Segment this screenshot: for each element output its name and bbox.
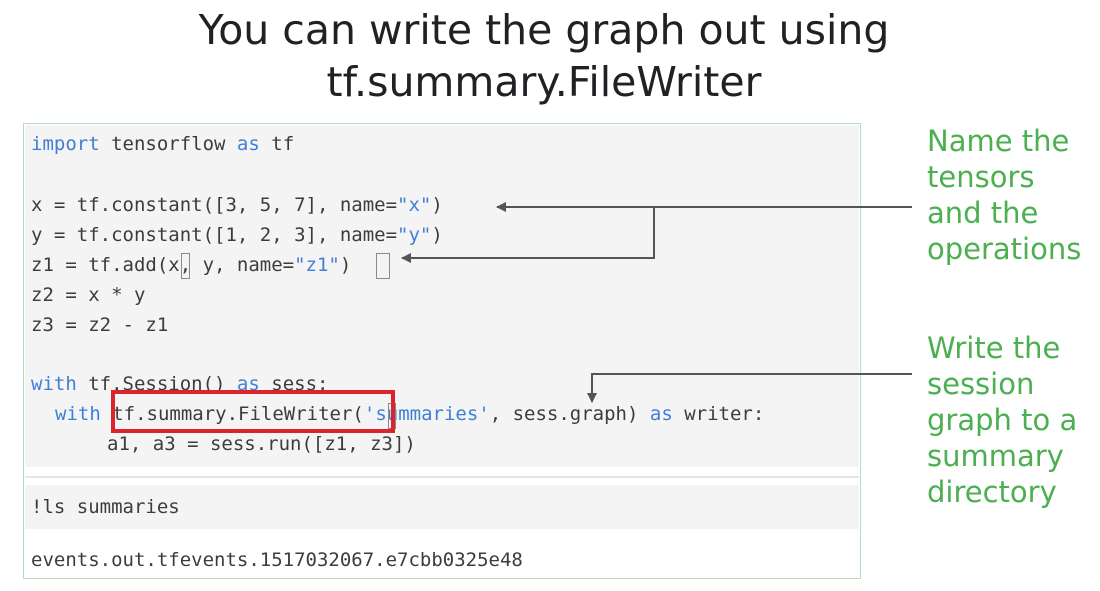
arrow-to-filewriter [587, 373, 912, 403]
annotation-name-tensors: Name the tensors and the operations [927, 124, 1082, 266]
arrow-to-add-op [401, 207, 655, 263]
annotation-write-graph: Write the session graph to a summary dir… [927, 331, 1078, 509]
